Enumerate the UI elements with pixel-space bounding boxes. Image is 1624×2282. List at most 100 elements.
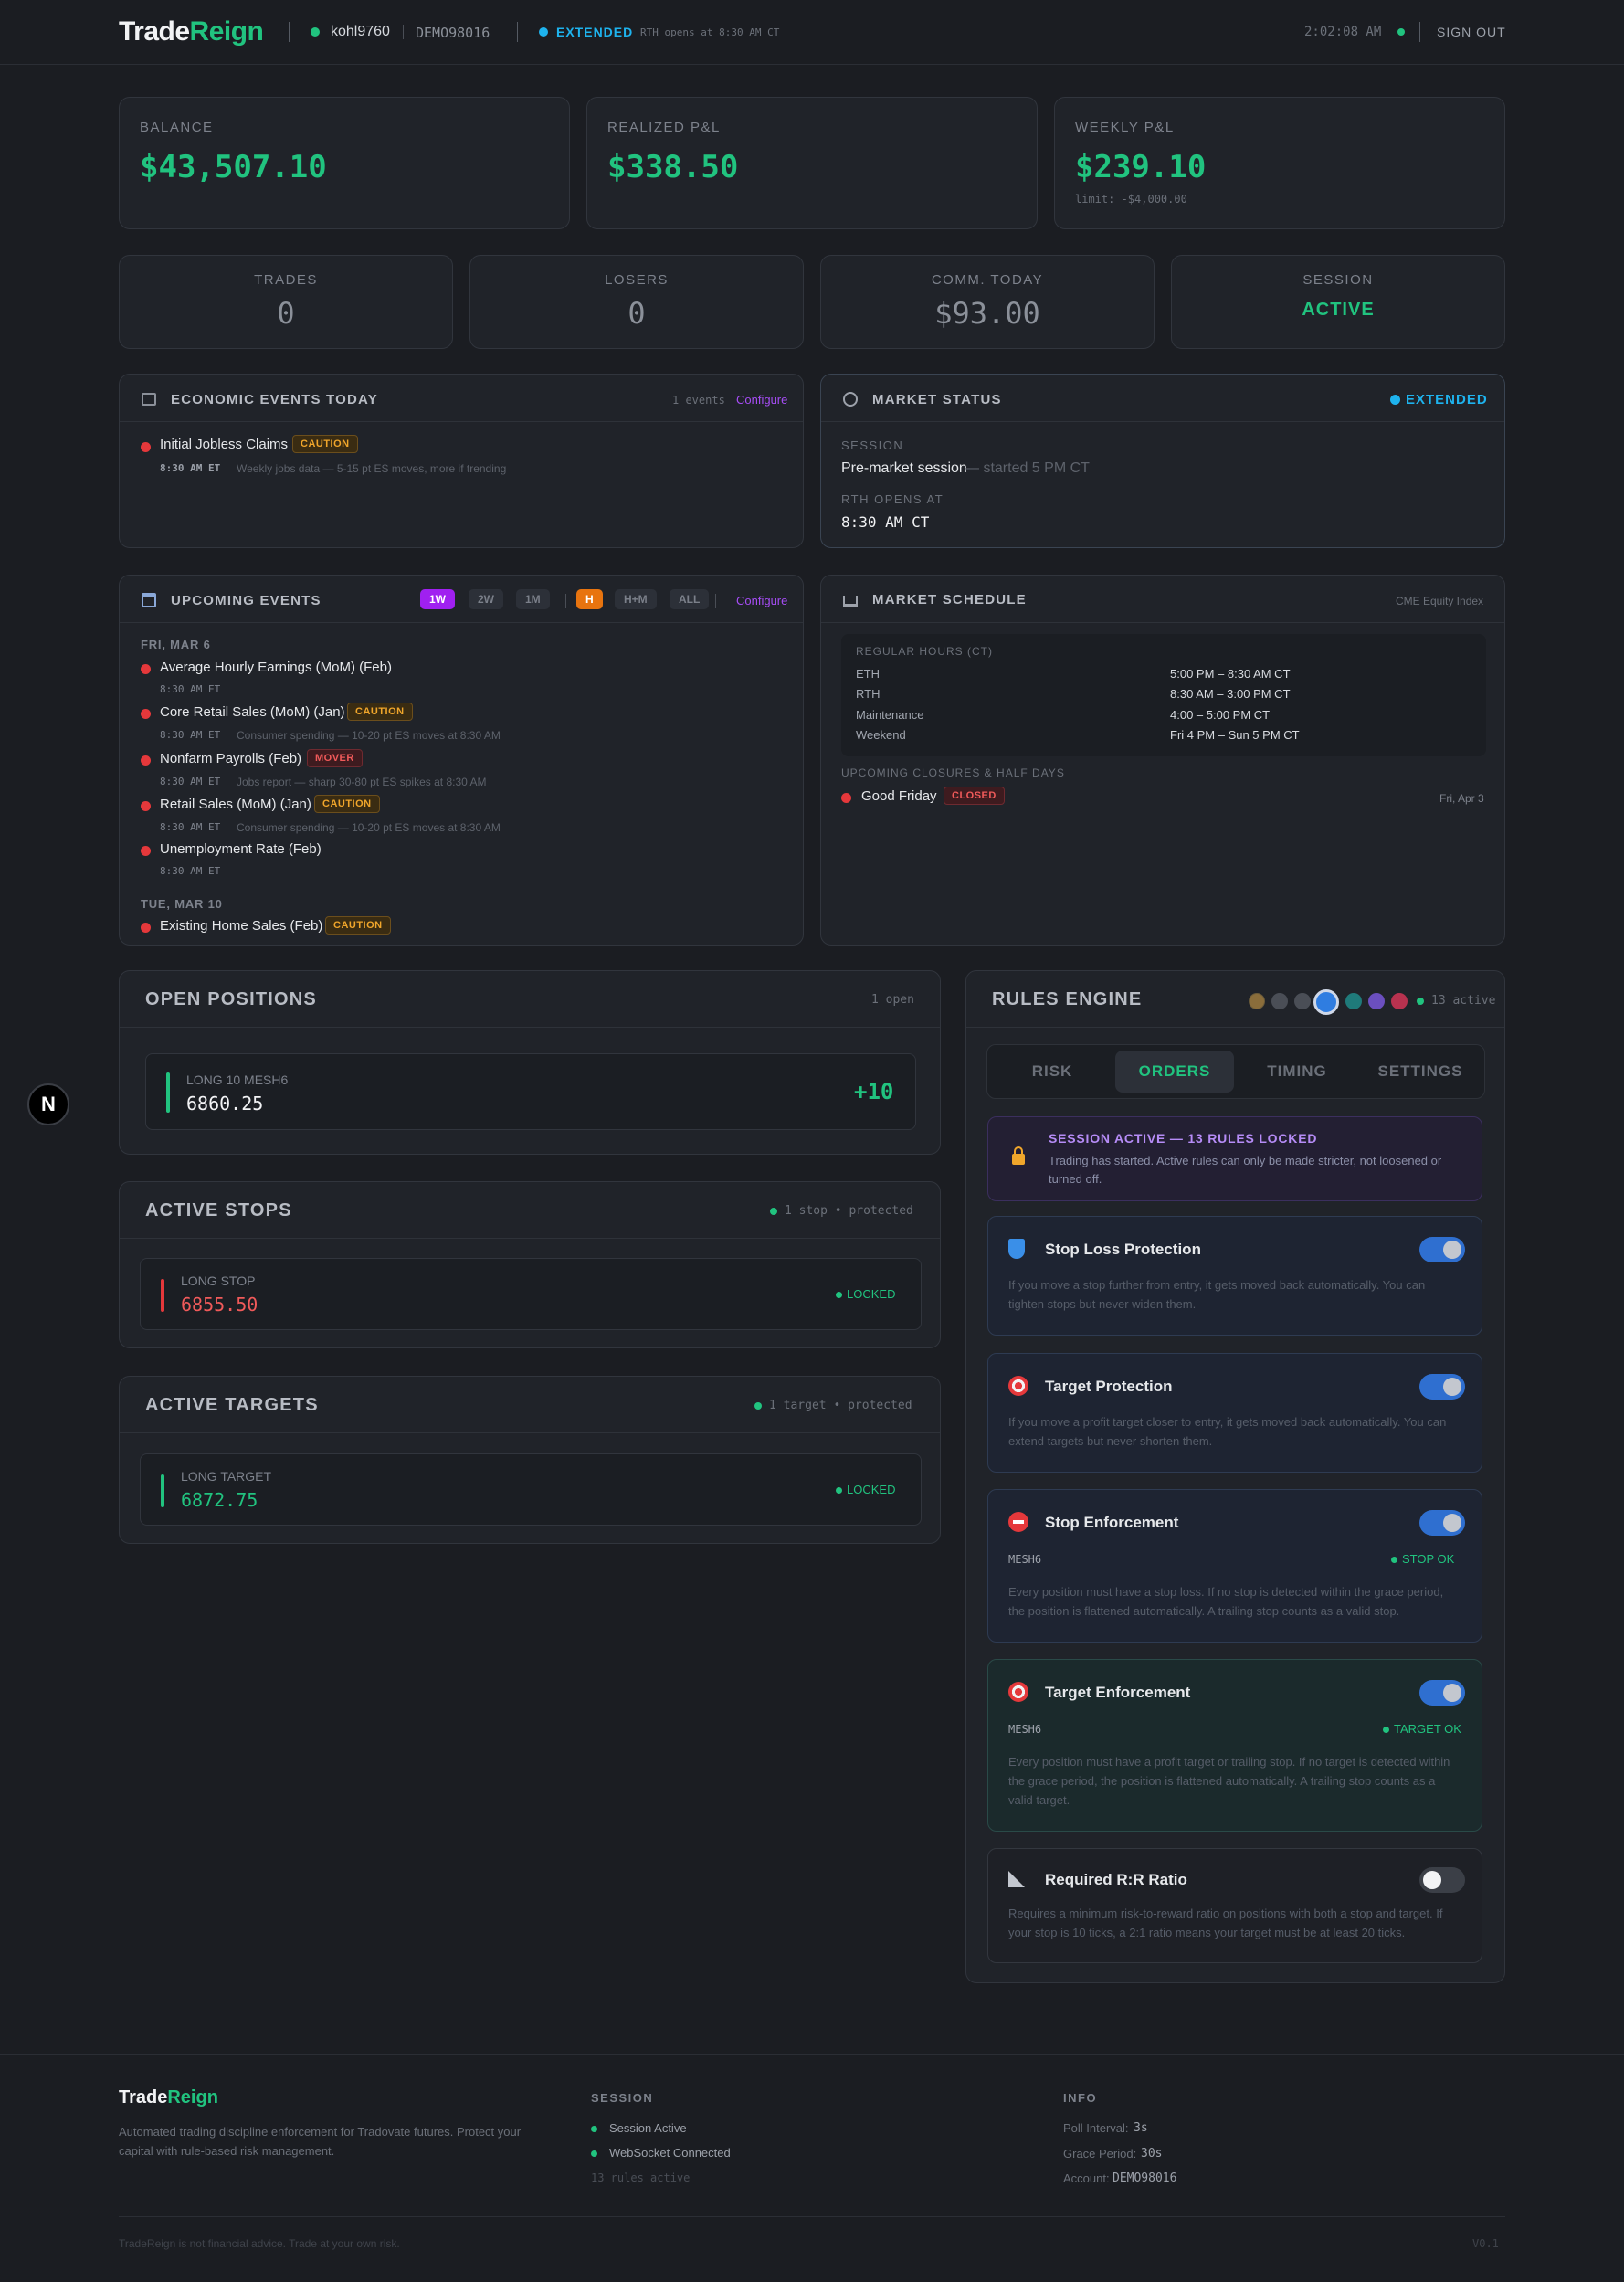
- hours-value: 4:00 – 5:00 PM CT: [1170, 708, 1271, 722]
- rule-desc: Requires a minimum risk-to-reward ratio …: [1008, 1907, 1443, 1939]
- position-qty: +10: [854, 1079, 894, 1104]
- swatch[interactable]: [1391, 993, 1408, 1009]
- tab-orders[interactable]: ORDERS: [1115, 1051, 1234, 1093]
- filter-high-medium[interactable]: H+M: [615, 589, 657, 609]
- event-tag: CAUTION: [325, 916, 391, 935]
- swatch[interactable]: [1368, 993, 1385, 1009]
- rule-desc: If you move a stop further from entry, i…: [1008, 1278, 1426, 1311]
- hours-key: ETH: [856, 667, 880, 681]
- swatch[interactable]: [1271, 993, 1288, 1009]
- extended-dot: [1390, 395, 1400, 405]
- closure-date: Fri, Apr 3: [1439, 792, 1484, 805]
- rule-toggle[interactable]: [1419, 1867, 1465, 1893]
- swatch[interactable]: [1345, 993, 1362, 1009]
- stop-row[interactable]: LONG STOP 6855.50 LOCKED: [140, 1258, 922, 1330]
- rule-toggle[interactable]: [1419, 1237, 1465, 1262]
- event-time: 8:30 AM ET: [160, 462, 221, 474]
- event-desc: Weekly jobs data — 5-15 pt ES moves, mor…: [237, 462, 507, 475]
- filter-1m[interactable]: 1M: [516, 589, 550, 609]
- event-impact-dot: [141, 709, 151, 719]
- session-label: SESSION: [841, 438, 904, 452]
- divider: [289, 22, 290, 42]
- hours-key: RTH: [856, 687, 881, 701]
- user-status-dot: [311, 27, 320, 37]
- commission-value: $93.00: [934, 296, 1040, 331]
- event-time: 8:30 AM ET: [160, 865, 221, 877]
- next-dev-button[interactable]: N: [27, 1083, 69, 1125]
- weekly-limit: limit: -$4,000.00: [1075, 193, 1187, 206]
- tab-timing[interactable]: TIMING: [1238, 1051, 1356, 1093]
- divider: [715, 594, 716, 608]
- active-targets-card: ACTIVE TARGETS 1 target • protected LONG…: [119, 1376, 941, 1544]
- account-id: DEMO98016: [416, 25, 490, 41]
- targets-status-dot: [754, 1402, 762, 1410]
- rules-title: RULES ENGINE: [992, 989, 1143, 1009]
- trades-value: 0: [277, 296, 295, 331]
- divider: [403, 25, 404, 39]
- balance-value: $43,507.10: [140, 149, 327, 185]
- upcoming-configure-link[interactable]: Configure: [736, 594, 787, 607]
- rules-tabs: RISK ORDERS TIMING SETTINGS: [986, 1044, 1485, 1099]
- target-label: LONG TARGET: [181, 1469, 272, 1484]
- target-price: 6872.75: [181, 1489, 258, 1511]
- balance-card: BALANCE $43,507.10: [119, 97, 570, 229]
- tab-risk[interactable]: RISK: [993, 1051, 1112, 1093]
- active-stops-card: ACTIVE STOPS 1 stop • protected LONG STO…: [119, 1181, 941, 1348]
- econ-count: 1 events: [672, 394, 725, 407]
- footer-info-title: INFO: [1063, 2091, 1098, 2105]
- stops-status: 1 stop • protected: [785, 1204, 913, 1218]
- realized-pnl-card: REALIZED P&L $338.50: [586, 97, 1038, 229]
- tab-settings[interactable]: SETTINGS: [1360, 1051, 1481, 1093]
- position-row[interactable]: LONG 10 MESH6 6860.25 +10: [145, 1053, 916, 1130]
- footer-session-item: Session Active: [609, 2121, 687, 2135]
- logo-reign: Reign: [167, 2087, 218, 2108]
- rth-label: RTH OPENS AT: [841, 492, 944, 506]
- rule-toggle[interactable]: [1419, 1374, 1465, 1400]
- event-impact-dot: [141, 442, 151, 452]
- event-tag: CAUTION: [292, 435, 358, 453]
- sign-out-button[interactable]: SIGN OUT: [1437, 25, 1506, 39]
- footer-divider: [119, 2216, 1505, 2217]
- event-tag: CAUTION: [314, 795, 380, 813]
- rule-title: Target Enforcement: [1045, 1684, 1191, 1701]
- rule-status: TARGET OK: [1394, 1722, 1461, 1736]
- balance-label: BALANCE: [140, 120, 214, 135]
- session-value: Pre-market session: [841, 460, 967, 476]
- filter-high[interactable]: H: [576, 589, 603, 609]
- session-locked-banner: SESSION ACTIVE — 13 RULES LOCKED Trading…: [987, 1116, 1482, 1201]
- position-symbol: LONG 10 MESH6: [186, 1072, 289, 1087]
- calendar-icon: [142, 593, 156, 607]
- toggle-knob: [1443, 1378, 1461, 1396]
- rule-symbol: MESH6: [1008, 1553, 1042, 1566]
- hours-value: Fri 4 PM – Sun 5 PM CT: [1170, 728, 1300, 742]
- footer-tagline: Automated trading discipline enforcement…: [119, 2125, 522, 2158]
- hours-value: 8:30 AM – 3:00 PM CT: [1170, 687, 1291, 701]
- footer-session-item: 13 rules active: [591, 2171, 691, 2184]
- extended-dot: [539, 27, 548, 37]
- swatch-selected[interactable]: [1313, 989, 1339, 1015]
- econ-configure-link[interactable]: Configure: [736, 393, 787, 407]
- divider: [517, 22, 518, 42]
- target-row[interactable]: LONG TARGET 6872.75 LOCKED: [140, 1453, 922, 1526]
- filter-1w[interactable]: 1W: [420, 589, 455, 609]
- closure-tag: CLOSED: [944, 787, 1005, 805]
- filter-2w[interactable]: 2W: [469, 589, 503, 609]
- filter-all[interactable]: ALL: [670, 589, 710, 609]
- username: kohl9760: [331, 24, 390, 39]
- rule-status: STOP OK: [1402, 1552, 1455, 1566]
- swatch[interactable]: [1249, 993, 1265, 1009]
- swatch[interactable]: [1294, 993, 1311, 1009]
- long-indicator: [166, 1072, 170, 1113]
- logo[interactable]: TradeReign: [119, 16, 264, 48]
- rule-toggle[interactable]: [1419, 1510, 1465, 1536]
- rule-toggle[interactable]: [1419, 1680, 1465, 1706]
- footer-session-item: WebSocket Connected: [609, 2146, 731, 2160]
- trades-card: TRADES 0: [119, 255, 453, 349]
- footer-logo: TradeReign: [119, 2087, 218, 2108]
- logo-trade: Trade: [119, 2087, 168, 2108]
- toggle-knob: [1443, 1241, 1461, 1259]
- clock: 2:02:08 AM: [1304, 25, 1382, 39]
- economic-events-card: ECONOMIC EVENTS TODAY 1 events Configure…: [119, 374, 804, 548]
- market-schedule-card: MARKET SCHEDULE CME Equity Index REGULAR…: [820, 575, 1505, 946]
- rule-title: Required R:R Ratio: [1045, 1871, 1187, 1888]
